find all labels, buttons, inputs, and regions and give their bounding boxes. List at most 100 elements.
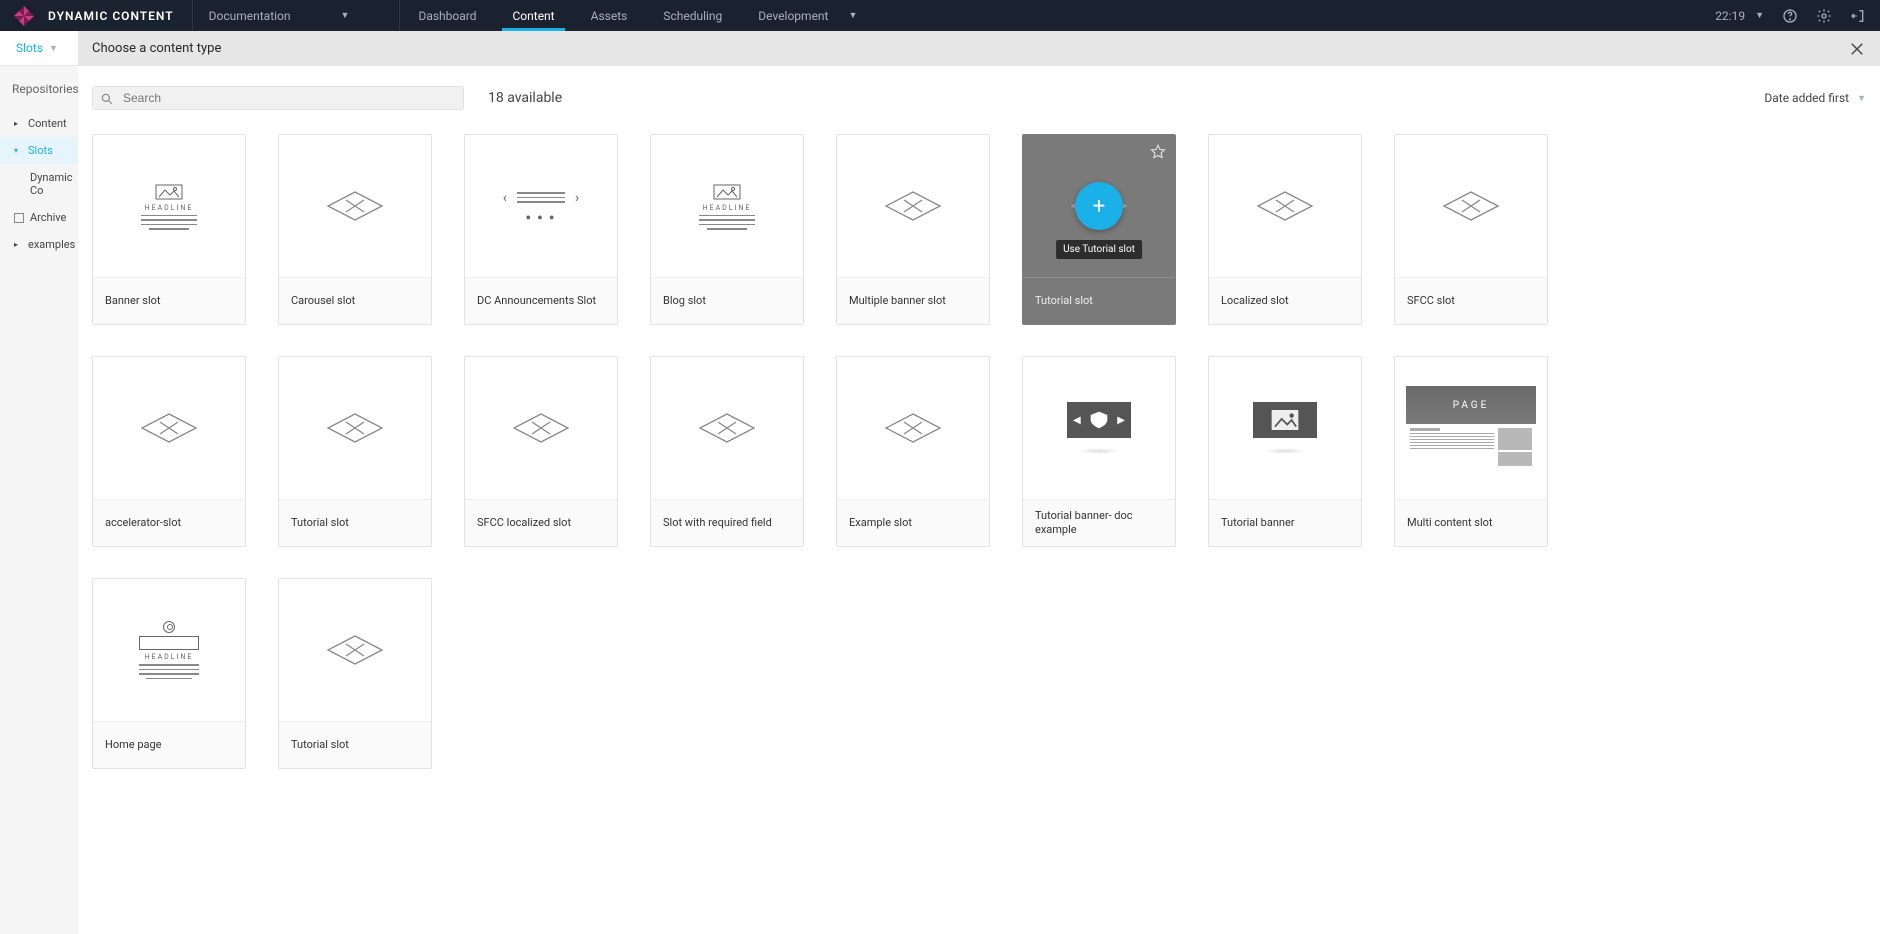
card-title: Tutorial slot — [279, 721, 431, 768]
card-preview: PAGE — [1395, 357, 1547, 499]
modal-toolbar: 18 available Date added first ▼ — [92, 86, 1866, 110]
tree-item-dynamic[interactable]: Dynamic Co — [0, 164, 78, 204]
documentation-dropdown[interactable]: Documentation ▼ — [193, 0, 401, 31]
card-preview — [837, 135, 989, 277]
card-preview: ◀ ▶ — [1023, 357, 1175, 499]
chevron-down-icon: ▼ — [1755, 10, 1764, 21]
tree-item-slots[interactable]: ▾ Slots — [0, 137, 78, 164]
card-title: Tutorial slot — [279, 499, 431, 546]
search-wrapper — [92, 86, 464, 110]
image-banner-thumb — [1253, 402, 1317, 454]
card-title: Localized slot — [1209, 277, 1361, 324]
slot-thumb — [880, 408, 946, 448]
card-title: Carousel slot — [279, 277, 431, 324]
tab-content[interactable]: Content — [494, 0, 572, 31]
chevron-down-icon: ▼ — [1857, 93, 1866, 104]
card-title: Multiple banner slot — [837, 277, 989, 324]
logout-icon[interactable] — [1850, 8, 1866, 24]
card-preview — [651, 357, 803, 499]
content-type-grid: HEADLINE Banner slot Carousel slot ‹ › — [92, 134, 1866, 769]
content-type-card[interactable]: accelerator-slot — [92, 356, 246, 547]
homepage-thumb: HEADLINE — [129, 621, 209, 679]
banner-thumb: HEADLINE — [687, 183, 767, 230]
tab-dashboard[interactable]: Dashboard — [400, 0, 494, 31]
content-type-card[interactable]: Slot with required field — [650, 356, 804, 547]
chevron-right-icon: ▸ — [14, 240, 22, 249]
slot-thumb — [880, 186, 946, 226]
card-preview — [279, 135, 431, 277]
time-dropdown[interactable]: 22:19 ▼ — [1715, 9, 1764, 23]
chevron-down-icon: ▼ — [49, 43, 58, 54]
use-tooltip: Use Tutorial slot — [1056, 240, 1142, 259]
slot-thumb — [1438, 186, 1504, 226]
search-input[interactable] — [92, 86, 464, 110]
content-type-card[interactable]: ‹ › ● ● ● DC Announcements Slot — [464, 134, 618, 325]
tab-development[interactable]: Development ▼ — [740, 0, 875, 31]
tree-item-content[interactable]: ▸ Content — [0, 110, 78, 137]
tab-scheduling[interactable]: Scheduling — [645, 0, 740, 31]
content-type-card[interactable]: Carousel slot — [278, 134, 432, 325]
content-type-card[interactable]: SFCC slot — [1394, 134, 1548, 325]
navbar-right: 22:19 ▼ — [1715, 0, 1880, 31]
chevron-right-icon: ▸ — [14, 119, 22, 128]
slot-thumb — [1252, 186, 1318, 226]
available-count: 18 available — [488, 90, 562, 106]
content-type-card[interactable]: HEADLINE Blog slot — [650, 134, 804, 325]
sort-label: Date added first — [1764, 91, 1849, 105]
card-title: Slot with required field — [651, 499, 803, 546]
content-type-card[interactable]: Tutorial slot — [278, 578, 432, 769]
card-title: Home page — [93, 721, 245, 768]
top-navbar: DYNAMIC CONTENT Documentation ▼ Dashboar… — [0, 0, 1880, 31]
content-type-card[interactable]: Tutorial slot — [278, 356, 432, 547]
tree-item-archive[interactable]: Archive — [0, 204, 78, 231]
breadcrumb: Repositories a — [12, 82, 88, 96]
content-type-card[interactable]: Localized slot — [1208, 134, 1362, 325]
card-preview: HEADLINE — [651, 135, 803, 277]
content-type-card[interactable]: SFCC localized slot — [464, 356, 618, 547]
multicontent-thumb: PAGE — [1406, 386, 1536, 470]
card-title: Banner slot — [93, 277, 245, 324]
slot-thumb — [694, 408, 760, 448]
content-type-modal: Choose a content type 18 available Date … — [78, 31, 1880, 934]
slots-dropdown[interactable]: Slots ▼ — [16, 41, 58, 55]
brand-logo[interactable] — [0, 4, 48, 28]
card-preview — [93, 357, 245, 499]
chevron-down-icon: ▾ — [14, 146, 22, 155]
chevron-down-icon: ▼ — [341, 10, 350, 21]
card-preview: + Use Tutorial slot — [1023, 135, 1175, 277]
content-type-card[interactable]: Tutorial banner — [1208, 356, 1362, 547]
card-preview: HEADLINE — [93, 579, 245, 721]
card-title: Multi content slot — [1395, 499, 1547, 546]
content-type-card[interactable]: ◀ ▶ Tutorial banner- doc example — [1022, 356, 1176, 547]
content-type-card[interactable]: Multiple banner slot — [836, 134, 990, 325]
search-icon — [100, 91, 114, 105]
card-title: SFCC slot — [1395, 277, 1547, 324]
card-preview: HEADLINE — [93, 135, 245, 277]
content-type-card[interactable]: Example slot — [836, 356, 990, 547]
content-type-card[interactable]: + Use Tutorial slot Tutorial slot — [1022, 134, 1176, 325]
tab-assets[interactable]: Assets — [573, 0, 646, 31]
card-preview — [1395, 135, 1547, 277]
sort-dropdown[interactable]: Date added first ▼ — [1764, 91, 1866, 105]
gear-icon[interactable] — [1816, 8, 1832, 24]
content-type-card[interactable]: HEADLINE Home page — [92, 578, 246, 769]
time-value: 22:19 — [1715, 9, 1745, 23]
archive-icon — [14, 213, 24, 223]
card-title: DC Announcements Slot — [465, 277, 617, 324]
card-preview — [1209, 135, 1361, 277]
card-title: SFCC localized slot — [465, 499, 617, 546]
modal-body: 18 available Date added first ▼ HEADLINE… — [78, 66, 1880, 934]
card-preview — [1209, 357, 1361, 499]
favorite-icon[interactable] — [1149, 143, 1167, 161]
card-title: Tutorial slot — [1023, 277, 1175, 324]
help-icon[interactable] — [1782, 8, 1798, 24]
brand-title[interactable]: DYNAMIC CONTENT — [48, 0, 193, 31]
content-type-card[interactable]: HEADLINE Banner slot — [92, 134, 246, 325]
add-button[interactable]: + — [1075, 182, 1123, 230]
card-preview — [465, 357, 617, 499]
close-button[interactable] — [1848, 40, 1866, 58]
card-preview — [837, 357, 989, 499]
content-type-card[interactable]: PAGE Multi content slot — [1394, 356, 1548, 547]
pinwheel-icon — [12, 4, 36, 28]
tree-item-examples[interactable]: ▸ examples — [0, 231, 78, 258]
